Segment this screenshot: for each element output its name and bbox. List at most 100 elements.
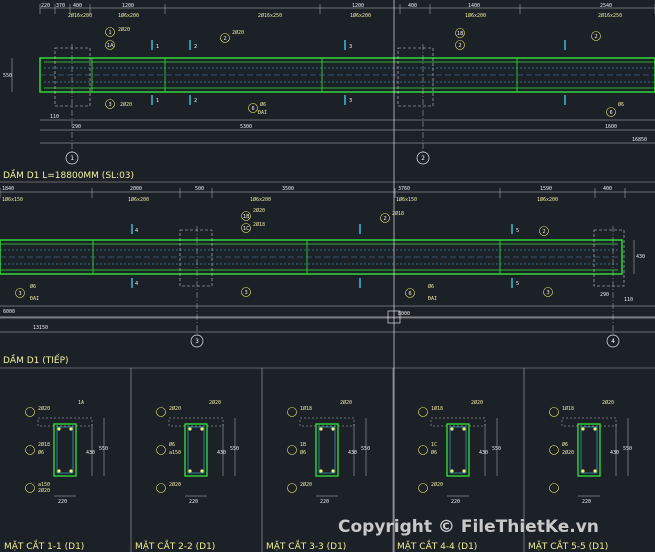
section-rebar-dot [581, 427, 585, 431]
section-stirrup [187, 426, 205, 474]
beam1-column [397, 47, 434, 107]
section-slab [561, 417, 617, 427]
section-dim-label: 430 [217, 450, 226, 456]
beam2-bottom-dim: 290 [600, 292, 609, 298]
section-rebar-label: Ø6 [431, 449, 437, 456]
section-rebar-label: 2Ø18 [38, 441, 50, 448]
section-rebar-dot [188, 427, 192, 431]
watermark: Copyright © FileThietKe.vn [338, 517, 599, 537]
beam2-section-mark: 4 [135, 228, 138, 234]
section-rebar-label: 2Ø20 [471, 399, 483, 406]
section-rebar-dot [450, 427, 454, 431]
beam2-rebar-label: 1Ø6x150 [2, 196, 23, 203]
section-rebar-label: 2Ø20 [169, 405, 181, 412]
beam1-title: DẦM D1 L=18800MM (SL:03) [3, 168, 134, 181]
section-slab [299, 417, 355, 427]
section-caption: MẶT CẮT 1-1 (D1) [4, 539, 84, 552]
beam2-top-dim: 3500 [282, 186, 294, 192]
beam2-elevation: 1840 2000 500 3500 3760 1590 400 1Ø6x150… [0, 186, 655, 348]
beam2-axis-label: 4 [611, 338, 615, 345]
section-rebar-label: 1Ø18 [431, 405, 443, 412]
cad-drawing-canvas[interactable]: 220 370 400 1200 1200 400 1400 2540 2Ø16… [0, 0, 655, 552]
beam1-note: 2Ø20 [232, 29, 244, 36]
beam2-top-dim: 1590 [540, 186, 552, 192]
cad-drawing: 220 370 400 1200 1200 400 1400 2540 2Ø16… [0, 0, 655, 552]
section-stirrup [318, 426, 336, 474]
section-stirrup [56, 426, 74, 474]
beam1-note: 2Ø20 [118, 26, 130, 33]
beam1-column [54, 47, 91, 107]
beam1-callout: 6 [252, 106, 255, 112]
section-rebar-label: a150 [169, 450, 181, 456]
beam1-bottom-dim: 16850 [632, 137, 647, 143]
section-dim-label: 550 [623, 446, 632, 452]
section-dim-label: 220 [451, 499, 460, 505]
beam1-section-mark: 1 [156, 44, 159, 50]
section-rebar-dot [462, 427, 466, 431]
section-rebar-dot [69, 469, 73, 473]
beam2-top-dim: 1840 [2, 186, 14, 192]
section-dim-label: 550 [492, 446, 501, 452]
section-slab [168, 417, 224, 427]
beam1-top-dim: 1400 [468, 3, 480, 9]
beam1-bottom-dim: 110 [50, 114, 59, 120]
beam1-top-dim: 1200 [122, 3, 134, 9]
beam2-top-dim: 3760 [398, 186, 410, 192]
beam2-note: Ø6 [30, 283, 36, 290]
section-rebar-label: 2Ø20 [562, 449, 574, 456]
beam1-height-label: 550 [3, 73, 12, 79]
section-rebar-label: 1A [78, 400, 84, 406]
beam1-section-mark: 2 [194, 44, 197, 50]
beam1-top-dim: 2540 [600, 3, 612, 9]
section-rebar-label: 2Ø20 [602, 399, 614, 406]
beam2-axis-label: 3 [195, 338, 199, 345]
section-stirrup [449, 426, 467, 474]
beam1-dim-line-bottom [40, 119, 655, 144]
beam1-callout: 2 [224, 36, 227, 42]
beam2-section-mark: 5 [516, 228, 519, 234]
beam2-callout: 1B [243, 214, 250, 220]
beam1-top-dim: 220 [41, 3, 50, 9]
beam1-top-dim: 370 [56, 3, 65, 9]
beam2-rebar-label: 1Ø6x200 [250, 196, 271, 203]
beam1-top-dim: 400 [73, 3, 82, 9]
section-dim-label: 220 [58, 499, 67, 505]
section-callout-circle [156, 445, 166, 455]
section-dim-label: 220 [582, 499, 591, 505]
section-callout-circle [25, 445, 35, 455]
section-rebar-dot [188, 469, 192, 473]
beam1-rebar-label: 1Ø6x200 [465, 12, 486, 19]
section-outline [184, 423, 208, 477]
section-rebar-label: 1Ø18 [562, 405, 574, 412]
beam2-dim-line-bottom [0, 305, 655, 333]
crosshair-cursor [0, 0, 655, 552]
section-rebar-label: Ø6 [38, 449, 44, 456]
beam1-note: ĐAI [258, 110, 267, 116]
section-dim-label: 550 [361, 446, 370, 452]
section-rebar-label: Ø6 [300, 449, 306, 456]
beam1-callout: 3 [109, 102, 112, 108]
beam2-callout: 1C [243, 226, 250, 232]
beam2-bottom-dim: 13150 [33, 325, 48, 331]
section-dim-label: 550 [230, 446, 239, 452]
beam1-section-mark: 3 [349, 44, 352, 50]
beam2-title: DẦM D1 (TIẾP) [3, 353, 69, 366]
section-rebar-label: 2Ø20 [340, 399, 352, 406]
beam2-callout: 3 [19, 291, 22, 297]
section-dim-label: 430 [86, 450, 95, 456]
beam1-note: 2Ø20 [120, 101, 132, 108]
beam1-elevation: 220 370 400 1200 1200 400 1400 2540 2Ø16… [3, 3, 655, 165]
beam1-section-mark: 1 [156, 98, 159, 104]
beam1-section-mark: 2 [194, 98, 197, 104]
beam1-note: Ø6 [260, 101, 266, 108]
section-rebar-dot [331, 427, 335, 431]
section-caption: MẶT CẮT 3-3 (D1) [266, 539, 346, 552]
beam2-top-dim: 2000 [130, 186, 142, 192]
section-rebar-dot [200, 427, 204, 431]
section-rebar-dot [593, 427, 597, 431]
beam2-callout: 3 [245, 290, 248, 296]
section-dim-label: 220 [189, 499, 198, 505]
beam1-bottom-dim: 1600 [605, 124, 617, 130]
section-callout-circle [418, 445, 428, 455]
section-rebar-dot [462, 469, 466, 473]
